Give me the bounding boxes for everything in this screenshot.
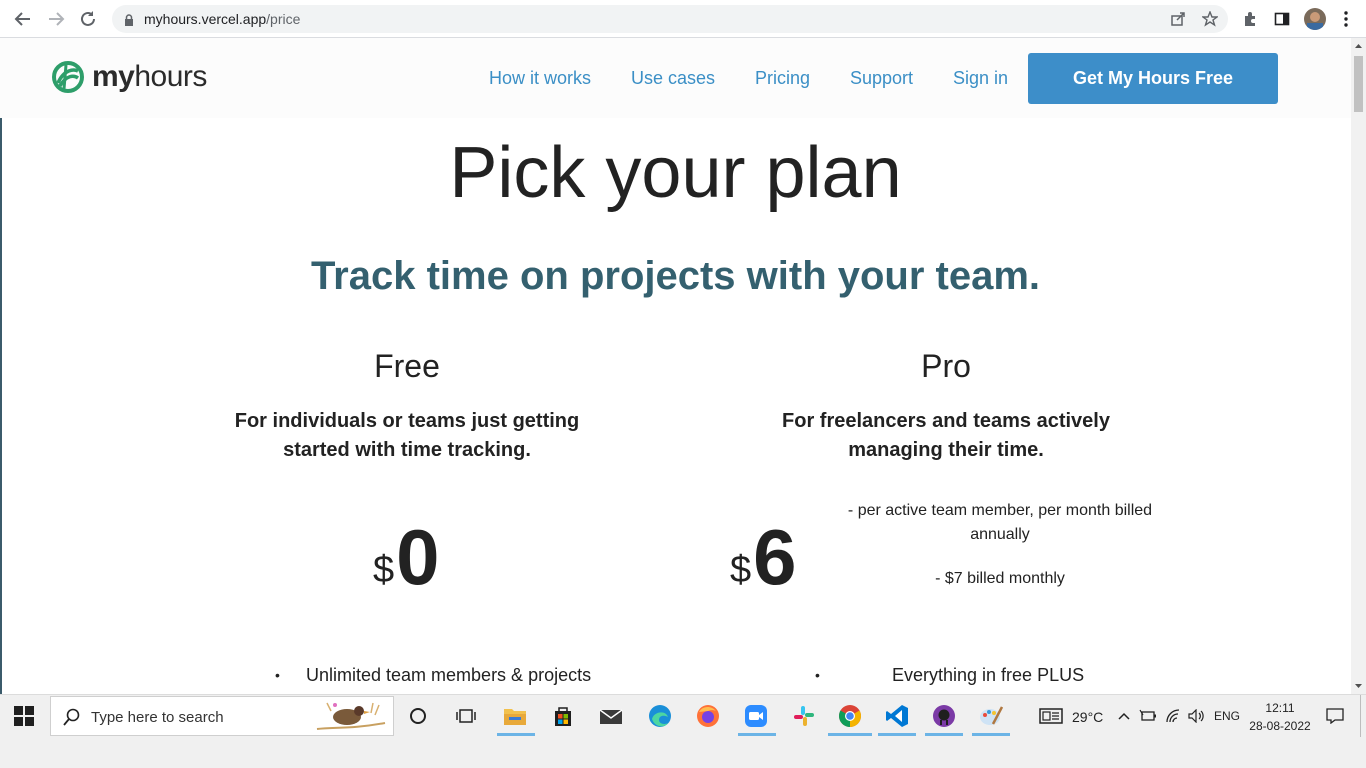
page-subtitle: Track time on projects with your team.	[310, 254, 1041, 298]
page-scrollbar[interactable]	[1351, 38, 1366, 694]
forward-icon[interactable]	[44, 7, 68, 31]
scroll-thumb[interactable]	[1354, 56, 1363, 112]
plan-pro-desc-line1: For freelancers and teams actively	[782, 410, 1110, 432]
plan-pro-desc-line2: managing their time.	[848, 439, 1044, 461]
search-highlight-bird-icon	[316, 702, 386, 730]
page-viewport: myhours How it works Use cases Pricing S…	[0, 38, 1366, 694]
temperature-text[interactable]: 29°C	[1072, 709, 1103, 725]
side-panel-icon[interactable]	[1272, 9, 1292, 29]
microsoft-store-icon[interactable]	[549, 702, 577, 730]
plan-pro-bullet: •	[815, 667, 820, 683]
taskbar-search-box[interactable]: Type here to search	[50, 696, 394, 736]
github-desktop-icon[interactable]	[930, 702, 958, 730]
scroll-down-icon[interactable]	[1354, 681, 1363, 691]
cortana-icon[interactable]	[404, 702, 432, 730]
github-active-indicator	[925, 733, 963, 736]
tray-chevron-up-icon[interactable]	[1114, 702, 1134, 730]
plan-free-currency: $	[373, 549, 395, 591]
battery-charging-icon[interactable]	[1138, 702, 1158, 730]
get-my-hours-free-button[interactable]: Get My Hours Free	[1028, 53, 1278, 104]
plan-free-amount: 0	[396, 513, 440, 601]
plan-free-desc-line1: For individuals or teams just getting	[234, 410, 580, 432]
wifi-icon[interactable]	[1162, 702, 1184, 730]
volume-icon[interactable]	[1185, 702, 1207, 730]
plan-pro-price: $ 6	[730, 518, 797, 596]
menu-icon[interactable]	[1336, 9, 1356, 29]
vscode-active-indicator	[878, 733, 916, 736]
chrome-icon[interactable]	[836, 702, 864, 730]
task-view-icon[interactable]	[452, 702, 480, 730]
plan-pro-name: Pro	[921, 348, 971, 384]
lock-icon	[124, 13, 134, 31]
nav-use-cases[interactable]: Use cases	[631, 68, 715, 89]
share-icon[interactable]	[1168, 9, 1188, 29]
scroll-up-icon[interactable]	[1354, 41, 1363, 51]
myhours-logo-icon	[52, 61, 84, 93]
plan-pro-feature: Everything in free PLUS	[892, 665, 1085, 685]
plan-free-bullet: •	[275, 667, 280, 683]
plan-pro-currency: $	[730, 549, 752, 591]
slack-icon[interactable]	[790, 702, 818, 730]
bookmark-star-icon[interactable]	[1200, 9, 1220, 29]
show-desktop-button[interactable]	[1360, 695, 1366, 737]
nav-how-it-works[interactable]: How it works	[489, 68, 591, 89]
nav-pricing[interactable]: Pricing	[755, 68, 810, 89]
zoom-icon[interactable]	[742, 702, 770, 730]
edge-browser-icon[interactable]	[646, 702, 674, 730]
file-explorer-active-indicator	[497, 733, 535, 736]
search-icon	[63, 708, 81, 731]
plan-free-description: For individuals or teams just getting st…	[207, 407, 607, 465]
file-explorer-icon[interactable]	[501, 702, 529, 730]
nav-support[interactable]: Support	[850, 68, 913, 89]
plan-free-price: $ 0	[373, 518, 440, 596]
plan-free-desc-line2: started with time tracking.	[283, 439, 531, 461]
reload-icon[interactable]	[76, 7, 100, 31]
weather-news-icon[interactable]	[1038, 702, 1064, 730]
brand-logo[interactable]: myhours	[52, 61, 207, 93]
chrome-active-indicator	[828, 733, 872, 736]
firefox-icon[interactable]	[694, 702, 722, 730]
page-title: Pick your plan	[449, 133, 902, 213]
brand-name: myhours	[92, 60, 207, 93]
plan-pro-description: For freelancers and teams actively manag…	[746, 407, 1146, 465]
windows-taskbar: Type here to search 29°C ENG 12:11 28-08…	[0, 694, 1366, 768]
plan-free-feature: Unlimited team members & projects	[306, 665, 592, 685]
clock-time: 12:11	[1265, 701, 1295, 715]
vscode-icon[interactable]	[883, 702, 911, 730]
url-text: myhours.vercel.app/price	[144, 11, 301, 27]
profile-avatar[interactable]	[1304, 8, 1326, 30]
plan-pro-monthly-note: - $7 billed monthly	[935, 570, 1065, 587]
extensions-icon[interactable]	[1240, 9, 1260, 29]
paint-active-indicator	[972, 733, 1010, 736]
address-bar[interactable]: myhours.vercel.app/price	[112, 5, 1228, 33]
plan-pro-amount: 6	[753, 513, 797, 601]
plan-pro-note-line1: - per active team member, per month bill…	[847, 502, 1153, 519]
site-header: myhours How it works Use cases Pricing S…	[0, 38, 1351, 118]
notification-icon[interactable]	[1324, 702, 1346, 730]
windows-start-icon[interactable]	[14, 706, 34, 731]
plan-pro-note-line2: annually	[970, 526, 1030, 543]
search-placeholder: Type here to search	[91, 709, 224, 726]
plan-pro-billing-note: - per active team member, per month bill…	[840, 499, 1160, 547]
mail-icon[interactable]	[597, 702, 625, 730]
browser-toolbar: myhours.vercel.app/price	[0, 0, 1366, 38]
zoom-active-indicator	[738, 733, 776, 736]
back-icon[interactable]	[11, 7, 35, 31]
taskbar-clock[interactable]: 12:11 28-08-2022	[1248, 699, 1312, 735]
nav-sign-in[interactable]: Sign in	[953, 68, 1008, 89]
paint-icon[interactable]	[977, 702, 1005, 730]
plan-free-name: Free	[374, 348, 440, 384]
clock-date: 28-08-2022	[1249, 719, 1311, 733]
language-indicator[interactable]: ENG	[1214, 709, 1240, 723]
